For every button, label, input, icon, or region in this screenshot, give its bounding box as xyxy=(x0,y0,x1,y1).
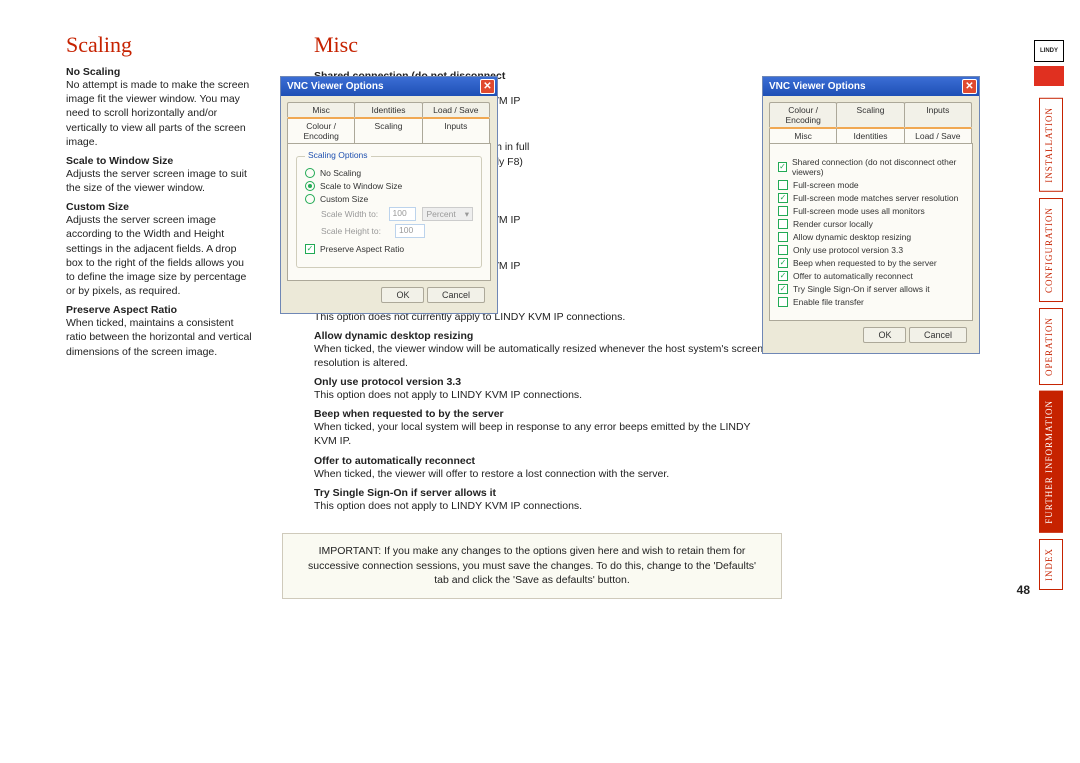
height-input[interactable]: 100 xyxy=(395,224,425,238)
close-icon[interactable]: ✕ xyxy=(480,79,495,94)
close-icon[interactable]: ✕ xyxy=(962,79,977,94)
tab-identities[interactable]: Identities xyxy=(836,127,904,143)
ok-button[interactable]: OK xyxy=(863,327,906,343)
nav-item[interactable]: INSTALLATION xyxy=(1039,98,1063,192)
item-title: Allow dynamic desktop resizing xyxy=(314,330,774,342)
tab-scaling[interactable]: Scaling xyxy=(354,117,422,143)
item-title: Preserve Aspect Ratio xyxy=(66,304,254,316)
checkbox[interactable] xyxy=(778,232,788,242)
width-input[interactable]: 100 xyxy=(389,207,417,221)
check-label: Allow dynamic desktop resizing xyxy=(793,232,911,242)
item-body: This option does not apply to LINDY KVM … xyxy=(314,388,774,402)
checkbox[interactable] xyxy=(778,193,788,203)
lindy-logo: LINDY xyxy=(1034,40,1064,62)
item-title: Scale to Window Size xyxy=(66,155,254,167)
nav-item[interactable]: INDEX xyxy=(1039,539,1063,590)
preserve-checkbox[interactable] xyxy=(305,244,315,254)
radio-custom[interactable] xyxy=(305,194,315,204)
check-label: Only use protocol version 3.3 xyxy=(793,245,903,255)
item-title: Beep when requested to by the server xyxy=(314,408,774,420)
nav-item[interactable]: OPERATION xyxy=(1039,308,1063,385)
tab-misc[interactable]: Misc xyxy=(287,102,355,117)
tab-loadsave[interactable]: Load / Save xyxy=(422,102,490,117)
item-title: No Scaling xyxy=(66,66,254,78)
check-label: Offer to automatically reconnect xyxy=(793,271,913,281)
item-body: Adjusts the server screen image accordin… xyxy=(66,213,254,298)
tab-loadsave[interactable]: Load / Save xyxy=(904,127,972,143)
item-title: Custom Size xyxy=(66,201,254,213)
check-label: Beep when requested to by the server xyxy=(793,258,937,268)
group-title: Scaling Options xyxy=(305,150,371,160)
item-body: When ticked, your local system will beep… xyxy=(314,420,774,448)
vnc-options-misc-dialog: VNC Viewer Options ✕ Colour / Encoding S… xyxy=(762,76,980,354)
page-number: 48 xyxy=(1017,583,1030,597)
scaling-heading: Scaling xyxy=(66,32,254,58)
misc-wide-list: Render cursor locallyThis option does no… xyxy=(314,298,774,513)
checkbox[interactable] xyxy=(778,245,788,255)
checkbox[interactable] xyxy=(778,162,787,172)
tab-inputs[interactable]: Inputs xyxy=(422,117,490,143)
tab-identities[interactable]: Identities xyxy=(354,102,422,117)
dialog-title: VNC Viewer Options xyxy=(769,81,866,92)
width-label: Scale Width to: xyxy=(321,209,383,219)
check-label: Enable file transfer xyxy=(793,297,864,307)
vnc-options-scaling-dialog: VNC Viewer Options ✕ Misc Identities Loa… xyxy=(280,76,498,314)
ok-button[interactable]: OK xyxy=(381,287,424,303)
item-body: When ticked, the viewer window will be a… xyxy=(314,342,774,370)
checkbox[interactable] xyxy=(778,206,788,216)
radio-noscaling[interactable] xyxy=(305,168,315,178)
item-title: Try Single Sign-On if server allows it xyxy=(314,487,774,499)
brand-square xyxy=(1034,66,1064,86)
item-body: Adjusts the server screen image to suit … xyxy=(66,167,254,195)
check-label: Full-screen mode xyxy=(793,180,859,190)
chevron-down-icon: ▾ xyxy=(465,209,469,220)
check-label: Render cursor locally xyxy=(793,219,873,229)
checkbox[interactable] xyxy=(778,297,788,307)
tab-misc[interactable]: Misc xyxy=(769,127,837,143)
checkbox[interactable] xyxy=(778,271,788,281)
scaling-list: No ScalingNo attempt is made to make the… xyxy=(66,66,254,359)
nav-item[interactable]: FURTHER INFORMATION xyxy=(1039,391,1063,533)
check-label: Shared connection (do not disconnect oth… xyxy=(792,157,964,177)
check-label: Full-screen mode uses all monitors xyxy=(793,206,925,216)
tab-encoding[interactable]: Colour / Encoding xyxy=(769,102,837,127)
item-body: This option does not apply to LINDY KVM … xyxy=(314,499,774,513)
item-title: Offer to automatically reconnect xyxy=(314,455,774,467)
tab-encoding[interactable]: Colour / Encoding xyxy=(287,117,355,143)
item-body: No attempt is made to make the screen im… xyxy=(66,78,254,149)
checkbox[interactable] xyxy=(778,258,788,268)
unit-select[interactable]: Percent▾ xyxy=(422,207,473,221)
cancel-button[interactable]: Cancel xyxy=(427,287,485,303)
item-body: When ticked, the viewer will offer to re… xyxy=(314,467,774,481)
important-note: IMPORTANT: If you make any changes to th… xyxy=(282,533,782,599)
nav-item[interactable]: CONFIGURATION xyxy=(1039,198,1063,302)
checkbox[interactable] xyxy=(778,180,788,190)
checkbox[interactable] xyxy=(778,284,788,294)
radio-scalewindow[interactable] xyxy=(305,181,315,191)
cancel-button[interactable]: Cancel xyxy=(909,327,967,343)
item-body: When ticked, maintains a consistent rati… xyxy=(66,316,254,359)
checkbox[interactable] xyxy=(778,219,788,229)
tab-scaling[interactable]: Scaling xyxy=(836,102,904,127)
check-label: Full-screen mode matches server resoluti… xyxy=(793,193,958,203)
tab-inputs[interactable]: Inputs xyxy=(904,102,972,127)
dialog-title: VNC Viewer Options xyxy=(287,81,384,92)
misc-heading: Misc xyxy=(314,32,774,58)
height-label: Scale Height to: xyxy=(321,226,389,236)
check-label: Try Single Sign-On if server allows it xyxy=(793,284,930,294)
item-title: Only use protocol version 3.3 xyxy=(314,376,774,388)
